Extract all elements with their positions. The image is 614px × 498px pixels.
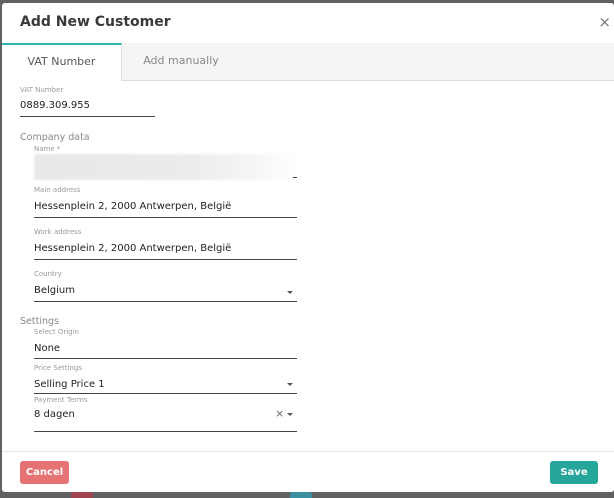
vat-number-input[interactable]: 0889.309.955	[20, 100, 90, 111]
price-settings-select[interactable]: Selling Price 1	[34, 379, 105, 390]
main-address-input[interactable]: Hessenplein 2, 2000 Antwerpen, België	[34, 201, 231, 212]
chevron-down-icon[interactable]	[287, 383, 293, 386]
tab-add-manually[interactable]: Add manually	[122, 43, 240, 80]
country-label: Country	[34, 270, 62, 278]
company-data-heading: Company data	[20, 132, 90, 143]
select-origin-underline	[34, 358, 297, 359]
dialog-footer: Cancel Save	[2, 451, 614, 492]
select-origin-label: Select Origin	[34, 328, 79, 336]
settings-heading: Settings	[20, 316, 59, 327]
clear-icon[interactable]: ×	[275, 408, 284, 419]
cancel-button[interactable]: Cancel	[20, 461, 69, 484]
price-settings-underline	[34, 393, 297, 394]
price-settings-label: Price Settings	[34, 364, 83, 372]
main-address-underline	[34, 217, 297, 218]
tab-vat-number[interactable]: VAT Number	[2, 43, 122, 81]
dialog-title: Add New Customer	[20, 14, 171, 30]
vat-number-underline	[20, 116, 155, 117]
select-origin-input[interactable]: None	[34, 343, 60, 354]
work-address-label: Work address	[34, 228, 82, 236]
main-address-label: Main address	[34, 186, 81, 194]
name-input-redacted[interactable]	[34, 154, 296, 180]
chevron-down-icon[interactable]	[287, 291, 293, 294]
background-element	[290, 492, 312, 498]
close-icon[interactable]: ×	[598, 15, 611, 30]
name-underline	[293, 177, 297, 178]
payment-terms-underline	[34, 431, 297, 432]
work-address-underline	[34, 259, 297, 260]
work-address-input[interactable]: Hessenplein 2, 2000 Antwerpen, België	[34, 243, 231, 254]
country-select[interactable]: Belgium	[34, 285, 75, 296]
name-label: Name *	[34, 145, 61, 153]
vat-number-label: VAT Number	[20, 86, 64, 94]
save-button[interactable]: Save	[550, 461, 598, 484]
payment-terms-label: Payment Terms	[34, 396, 88, 404]
payment-terms-select[interactable]: 8 dagen	[34, 409, 75, 420]
chevron-down-icon[interactable]	[287, 413, 293, 416]
country-underline	[34, 301, 297, 302]
add-customer-dialog: Add New Customer × VAT Number Add manual…	[2, 3, 614, 492]
tab-bar: VAT Number Add manually	[2, 43, 614, 81]
background-element	[71, 492, 93, 498]
